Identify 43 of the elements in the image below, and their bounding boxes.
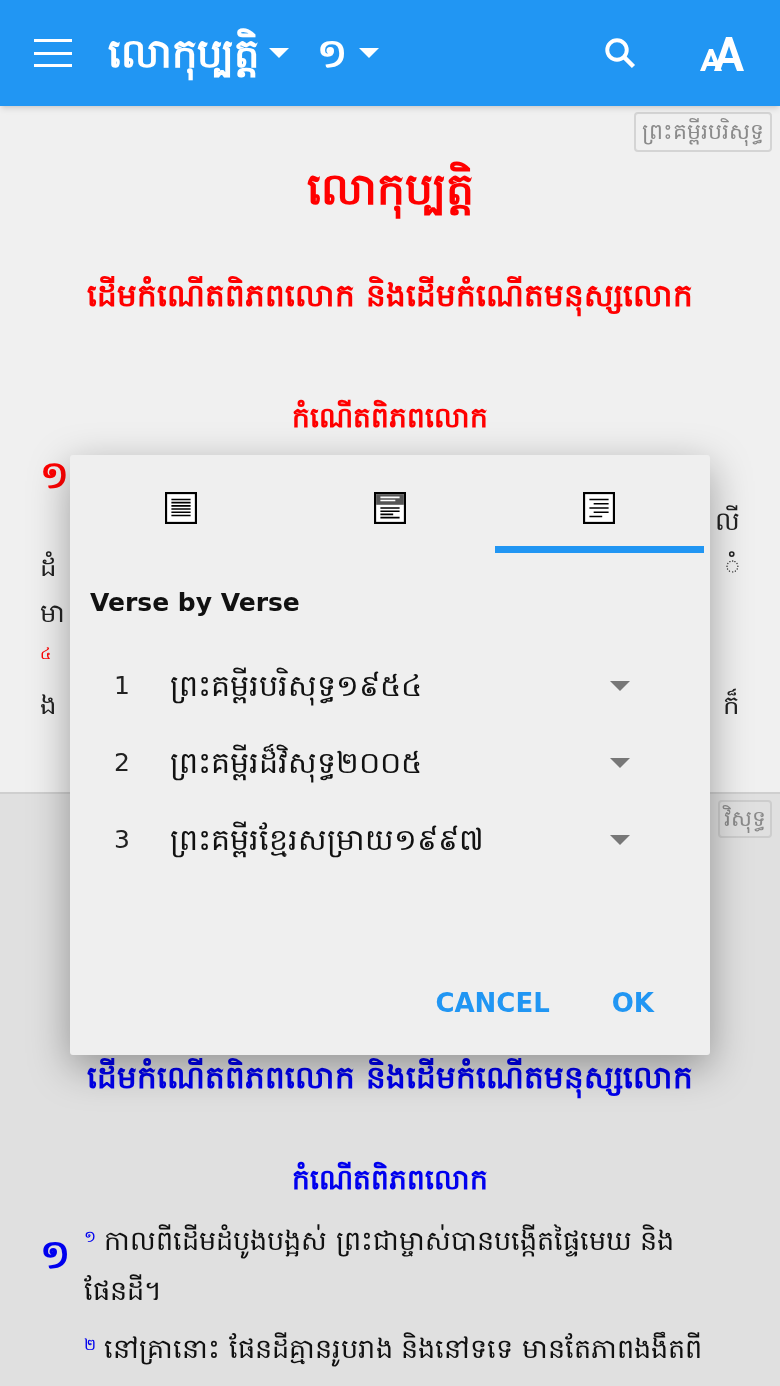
- caret-icon: [610, 757, 630, 768]
- section-heading: កំណើតពិភពលោក: [292, 1160, 488, 1198]
- dialog-button[interactable]: OK: [595, 977, 670, 1029]
- verse-text: $^{១}$ កាលពីដើមដំបូងបង្អស់ ព្រះជាម្ចាស់បានបង្កើតផ្ទៃមេឃ និងផែនដី។: [84, 1223, 676, 1308]
- search-button[interactable]: [602, 35, 638, 71]
- section-title: Verse by Verse: [90, 587, 301, 619]
- dialog-button[interactable]: CANCEL: [419, 977, 566, 1029]
- version-dropdown[interactable]: 1 ព្រះគម្ពីរបរិសុទ្ធ១៩៥៤: [70, 647, 710, 724]
- caret-icon: [269, 48, 289, 58]
- verse-text: មា: [40, 596, 65, 630]
- version-name: ព្រះគម្ពីរបរិសុទ្ធ១៩៥៤: [170, 663, 610, 708]
- document-icon: [583, 492, 616, 524]
- book-title: លោកុប្បត្តិ: [306, 154, 474, 224]
- book-subtitle: ដើមកំណើតពិភពលោក និងដើមកំណើតមនុស្សលោក: [87, 1052, 693, 1102]
- book-selector[interactable]: លោកុប្បត្តិ: [108, 23, 289, 83]
- verse-text: ក៏: [723, 687, 740, 722]
- row-number: 2: [114, 746, 131, 779]
- chapter-selector[interactable]: ១: [317, 23, 379, 83]
- version-name: ព្រះគម្ពីរដ៏វិសុទ្ធ២០០៥: [170, 740, 610, 785]
- document-icon: [164, 492, 197, 524]
- verse-text: ដំ: [40, 550, 57, 584]
- font-size-button[interactable]: [700, 35, 746, 71]
- version-dropdown[interactable]: 3 ព្រះគម្ពីរខ្មែរសម្រាយ១៩៩៧: [70, 801, 710, 878]
- caret-icon: [359, 48, 379, 58]
- menu-button[interactable]: [34, 39, 72, 67]
- version-badge: ព្រះគម្ពីរបរិសុទ្ធ: [634, 112, 772, 152]
- verse-number: ៤: [40, 643, 51, 665]
- verse-text: ង: [40, 688, 57, 722]
- verse-text: $^{២}$ នៅគ្រានោះ ផែនដីគ្មានរូបរាង និងនៅទទេ មានតែភាពងងឹតពី: [84, 1324, 740, 1374]
- chapter-number: ១: [40, 1230, 70, 1279]
- section-heading: កំណើតពិភពលោក: [292, 398, 488, 436]
- caret-icon: [610, 834, 630, 845]
- book-subtitle: ដើមកំណើតពិភពលោក និងដើមកំណើតមនុស្សលោក: [87, 270, 693, 320]
- verse-text: ំ: [725, 550, 740, 584]
- verse-text: លី: [715, 504, 740, 538]
- chapter-number: ១: [40, 451, 69, 499]
- row-number: 1: [114, 669, 131, 702]
- version-badge: វិសុទ្ធ: [718, 800, 772, 838]
- row-number: 3: [114, 823, 131, 856]
- version-dropdown[interactable]: 2 ព្រះគម្ពីរដ៏វិសុទ្ធ២០០៥: [70, 724, 710, 801]
- document-icon: [374, 492, 406, 524]
- version-name: ព្រះគម្ពីរខ្មែរសម្រាយ១៩៩៧: [170, 820, 485, 860]
- caret-icon: [610, 680, 630, 691]
